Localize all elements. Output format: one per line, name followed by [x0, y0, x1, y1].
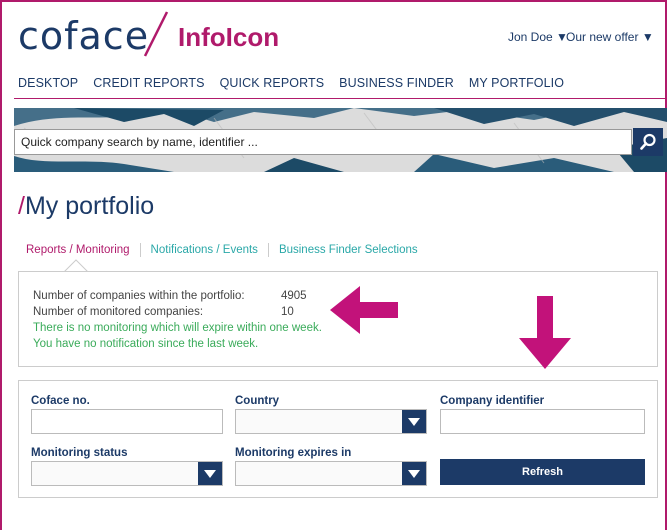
down-arrow-annotation-icon	[519, 296, 571, 369]
nav-item-desktop[interactable]: DESKTOP	[18, 76, 78, 90]
magnifier-icon	[640, 133, 656, 150]
header: coface InfoIcon Jon Doe ▼ Our new offer …	[0, 0, 667, 60]
monitoring-expiry-notice: There is no monitoring which will expire…	[33, 322, 322, 334]
offer-menu[interactable]: Our new offer ▼	[566, 30, 654, 44]
monitoring-expires-select[interactable]	[235, 461, 427, 486]
logo-slash-icon	[143, 11, 169, 57]
companies-count-label: Number of companies within the portfolio…	[33, 290, 245, 302]
monitoring-expires-label: Monitoring expires in	[235, 447, 352, 459]
caret-down-icon	[408, 417, 420, 426]
caret-down-icon	[408, 469, 420, 478]
nav-item-business-finder[interactable]: BUSINESS FINDER	[339, 76, 454, 90]
monitored-count-value: 10	[281, 306, 294, 318]
tab-notifications-events[interactable]: Notifications / Events	[151, 244, 258, 256]
coface-no-input[interactable]	[31, 409, 223, 434]
tab-divider	[139, 243, 141, 257]
page-title-text: My portfolio	[24, 192, 155, 220]
country-label: Country	[235, 395, 280, 407]
user-menu[interactable]: Jon Doe ▼	[508, 30, 568, 44]
nav-item-credit-reports[interactable]: CREDIT REPORTS	[93, 76, 204, 90]
search-button[interactable]	[633, 128, 663, 156]
quick-search-input[interactable]	[14, 129, 632, 155]
coface-no-label: Coface no.	[31, 395, 90, 407]
monitoring-status-label: Monitoring status	[31, 447, 128, 459]
nav-item-quick-reports[interactable]: QUICK REPORTS	[220, 76, 325, 90]
nav-item-my-portfolio[interactable]: MY PORTFOLIO	[469, 76, 564, 90]
portfolio-filters: Coface no. Country Company identifier Mo…	[18, 380, 658, 498]
country-dropdown-button[interactable]	[402, 410, 426, 433]
coface-logo[interactable]: coface	[18, 16, 149, 56]
main-nav: DESKTOP CREDIT REPORTS QUICK REPORTS BUS…	[18, 76, 579, 90]
company-identifier-label: Company identifier	[440, 395, 545, 407]
page-title: /My portfolio	[18, 192, 154, 221]
company-identifier-input[interactable]	[440, 409, 645, 434]
left-arrow-annotation-icon	[330, 286, 398, 334]
product-name: InfoIcon	[178, 22, 280, 52]
companies-count-value: 4905	[281, 290, 307, 302]
monitoring-expires-dropdown-button[interactable]	[402, 462, 426, 485]
country-select[interactable]	[235, 409, 427, 434]
tab-divider	[267, 243, 269, 257]
refresh-button[interactable]: Refresh	[440, 459, 645, 485]
nav-divider	[14, 98, 667, 99]
tab-reports-monitoring[interactable]: Reports / Monitoring	[26, 244, 130, 256]
notification-notice: You have no notification since the last …	[33, 338, 259, 350]
monitoring-status-dropdown-button[interactable]	[198, 462, 222, 485]
monitored-count-label: Number of monitored companies:	[33, 306, 204, 318]
monitoring-status-select[interactable]	[31, 461, 223, 486]
title-slash: /	[18, 192, 25, 220]
portfolio-tabs: Reports / Monitoring Notifications / Eve…	[26, 243, 418, 257]
caret-down-icon	[204, 469, 216, 478]
tab-business-finder-selections[interactable]: Business Finder Selections	[279, 244, 418, 256]
